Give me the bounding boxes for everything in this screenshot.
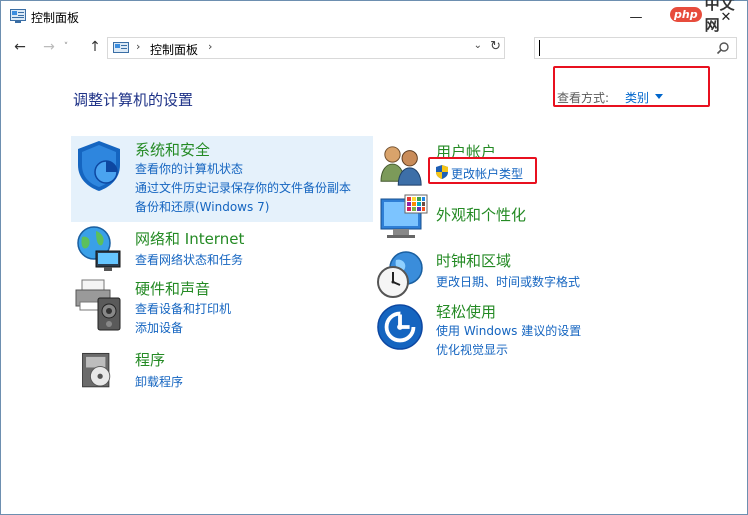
refresh-icon[interactable]: ↻ xyxy=(490,39,501,54)
link-view-devices-printers[interactable]: 查看设备和打印机 xyxy=(135,300,231,317)
link-windows-recommended-settings[interactable]: 使用 Windows 建议的设置 xyxy=(436,322,581,339)
search-input[interactable] xyxy=(539,40,709,56)
breadcrumb-separator[interactable]: › xyxy=(136,40,140,53)
category-system-security[interactable]: 系统和安全 查看你的计算机状态 通过文件历史记录保存你的文件备份副本 备份和还原… xyxy=(71,136,373,222)
address-bar[interactable]: › 控制面板 › ⌄ ↻ xyxy=(107,37,505,59)
category-title-appearance[interactable]: 外观和个性化 xyxy=(436,204,526,225)
annotation-highlight-view-by xyxy=(553,66,710,107)
category-hardware-sound[interactable]: 硬件和声音 查看设备和打印机 添加设备 xyxy=(71,276,373,338)
arrow-left-icon: ← xyxy=(14,39,26,55)
breadcrumb-control-panel[interactable]: 控制面板 xyxy=(150,41,198,58)
minimize-button[interactable]: — xyxy=(616,1,656,33)
category-programs[interactable]: 程序 卸载程序 xyxy=(71,347,373,395)
control-panel-icon xyxy=(113,42,129,53)
window-title: 控制面板 xyxy=(31,11,80,25)
page-title: 调整计算机的设置 xyxy=(73,91,194,109)
link-backup-restore[interactable]: 备份和还原(Windows 7) xyxy=(135,198,269,215)
control-panel-window: 控制面板 — ☐ ✕ php 中文网 ← → ˅ ↑ › 控制面板 › ⌄ ↻ xyxy=(0,0,748,515)
category-clock-region[interactable]: 时钟和区域 更改日期、时间或数字格式 xyxy=(376,248,676,298)
printer-speaker-icon xyxy=(75,279,121,331)
programs-box-icon xyxy=(82,352,111,388)
arrow-up-icon: ↑ xyxy=(89,39,101,55)
arrow-right-icon: → xyxy=(43,39,55,55)
link-add-device[interactable]: 添加设备 xyxy=(135,319,183,336)
recent-locations-button[interactable]: ˅ xyxy=(59,37,73,57)
minimize-icon: — xyxy=(629,9,643,25)
up-button[interactable]: ↑ xyxy=(85,37,105,57)
address-dropdown-icon[interactable]: ⌄ xyxy=(474,40,482,51)
category-title-ease-of-access[interactable]: 轻松使用 xyxy=(436,301,496,322)
category-ease-of-access[interactable]: 轻松使用 使用 Windows 建议的设置 优化视觉显示 xyxy=(376,299,676,361)
category-title-clock-region[interactable]: 时钟和区域 xyxy=(436,250,511,271)
category-title-network-internet[interactable]: 网络和 Internet xyxy=(135,228,244,249)
link-optimize-visual-display[interactable]: 优化视觉显示 xyxy=(436,341,508,358)
search-icon[interactable] xyxy=(716,41,730,55)
breadcrumb-separator[interactable]: › xyxy=(208,40,212,53)
forward-button[interactable]: → xyxy=(39,37,59,57)
users-icon xyxy=(380,146,422,186)
title-bar: 控制面板 — ☐ ✕ php 中文网 xyxy=(1,0,747,34)
control-panel-app-icon xyxy=(10,9,26,23)
link-view-computer-status[interactable]: 查看你的计算机状态 xyxy=(135,160,243,177)
link-view-network-status[interactable]: 查看网络状态和任务 xyxy=(135,251,243,268)
watermark-logo: php xyxy=(670,6,702,22)
link-change-date-time-format[interactable]: 更改日期、时间或数字格式 xyxy=(436,273,580,290)
back-button[interactable]: ← xyxy=(10,37,30,57)
link-uninstall-program[interactable]: 卸载程序 xyxy=(135,373,183,390)
category-title-system-security[interactable]: 系统和安全 xyxy=(135,139,210,160)
category-title-hardware-sound[interactable]: 硬件和声音 xyxy=(135,278,210,299)
watermark: php 中文网 xyxy=(670,0,747,34)
monitor-color-icon xyxy=(380,194,428,238)
annotation-highlight-change-account-type xyxy=(428,157,537,184)
category-network-internet[interactable]: 网络和 Internet 查看网络状态和任务 xyxy=(71,225,373,271)
network-globe-icon xyxy=(77,226,121,271)
category-appearance[interactable]: 外观和个性化 xyxy=(376,193,676,241)
shield-icon xyxy=(78,141,120,191)
watermark-text: 中文网 xyxy=(704,0,735,34)
navigation-bar: ← → ˅ ↑ › 控制面板 › ⌄ ↻ xyxy=(1,34,747,62)
link-file-history-backup[interactable]: 通过文件历史记录保存你的文件备份副本 xyxy=(135,179,351,196)
search-box[interactable] xyxy=(534,37,737,59)
clock-globe-icon xyxy=(377,251,423,298)
category-title-programs[interactable]: 程序 xyxy=(135,349,165,370)
ease-of-access-icon xyxy=(377,304,423,350)
chevron-down-icon: ˅ xyxy=(63,42,69,52)
